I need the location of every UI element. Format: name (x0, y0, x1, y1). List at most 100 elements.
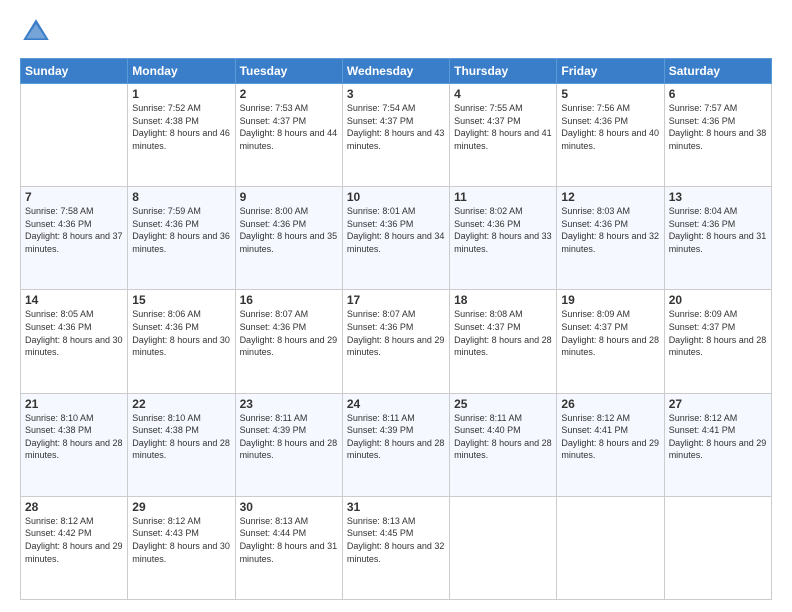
day-number: 18 (454, 293, 552, 307)
day-number: 14 (25, 293, 123, 307)
day-number: 9 (240, 190, 338, 204)
calendar-cell: 29Sunrise: 8:12 AMSunset: 4:43 PMDayligh… (128, 496, 235, 599)
day-number: 12 (561, 190, 659, 204)
col-header-sunday: Sunday (21, 59, 128, 84)
calendar-week-1: 1Sunrise: 7:52 AMSunset: 4:38 PMDaylight… (21, 84, 772, 187)
day-info: Sunrise: 7:53 AMSunset: 4:37 PMDaylight:… (240, 102, 338, 152)
day-info: Sunrise: 8:01 AMSunset: 4:36 PMDaylight:… (347, 205, 445, 255)
calendar-cell: 18Sunrise: 8:08 AMSunset: 4:37 PMDayligh… (450, 290, 557, 393)
calendar-cell: 20Sunrise: 8:09 AMSunset: 4:37 PMDayligh… (664, 290, 771, 393)
calendar-cell: 5Sunrise: 7:56 AMSunset: 4:36 PMDaylight… (557, 84, 664, 187)
day-number: 23 (240, 397, 338, 411)
logo-icon (20, 16, 52, 48)
day-info: Sunrise: 8:12 AMSunset: 4:41 PMDaylight:… (561, 412, 659, 462)
day-number: 27 (669, 397, 767, 411)
calendar-cell: 26Sunrise: 8:12 AMSunset: 4:41 PMDayligh… (557, 393, 664, 496)
day-info: Sunrise: 7:57 AMSunset: 4:36 PMDaylight:… (669, 102, 767, 152)
col-header-saturday: Saturday (664, 59, 771, 84)
header (20, 16, 772, 48)
calendar-cell: 30Sunrise: 8:13 AMSunset: 4:44 PMDayligh… (235, 496, 342, 599)
calendar-cell: 15Sunrise: 8:06 AMSunset: 4:36 PMDayligh… (128, 290, 235, 393)
calendar-table: SundayMondayTuesdayWednesdayThursdayFrid… (20, 58, 772, 600)
day-number: 1 (132, 87, 230, 101)
calendar-cell: 16Sunrise: 8:07 AMSunset: 4:36 PMDayligh… (235, 290, 342, 393)
calendar-cell (664, 496, 771, 599)
day-info: Sunrise: 8:02 AMSunset: 4:36 PMDaylight:… (454, 205, 552, 255)
day-info: Sunrise: 8:13 AMSunset: 4:44 PMDaylight:… (240, 515, 338, 565)
calendar-cell: 6Sunrise: 7:57 AMSunset: 4:36 PMDaylight… (664, 84, 771, 187)
day-info: Sunrise: 8:13 AMSunset: 4:45 PMDaylight:… (347, 515, 445, 565)
day-info: Sunrise: 8:10 AMSunset: 4:38 PMDaylight:… (132, 412, 230, 462)
day-info: Sunrise: 7:52 AMSunset: 4:38 PMDaylight:… (132, 102, 230, 152)
day-info: Sunrise: 8:11 AMSunset: 4:40 PMDaylight:… (454, 412, 552, 462)
day-number: 22 (132, 397, 230, 411)
day-info: Sunrise: 8:07 AMSunset: 4:36 PMDaylight:… (347, 308, 445, 358)
day-number: 28 (25, 500, 123, 514)
day-number: 25 (454, 397, 552, 411)
calendar-cell: 2Sunrise: 7:53 AMSunset: 4:37 PMDaylight… (235, 84, 342, 187)
day-number: 8 (132, 190, 230, 204)
logo (20, 16, 56, 48)
day-info: Sunrise: 7:59 AMSunset: 4:36 PMDaylight:… (132, 205, 230, 255)
calendar-week-3: 14Sunrise: 8:05 AMSunset: 4:36 PMDayligh… (21, 290, 772, 393)
day-number: 3 (347, 87, 445, 101)
col-header-friday: Friday (557, 59, 664, 84)
calendar-cell: 13Sunrise: 8:04 AMSunset: 4:36 PMDayligh… (664, 187, 771, 290)
day-number: 20 (669, 293, 767, 307)
calendar-cell: 11Sunrise: 8:02 AMSunset: 4:36 PMDayligh… (450, 187, 557, 290)
calendar-cell: 7Sunrise: 7:58 AMSunset: 4:36 PMDaylight… (21, 187, 128, 290)
day-info: Sunrise: 8:07 AMSunset: 4:36 PMDaylight:… (240, 308, 338, 358)
day-number: 30 (240, 500, 338, 514)
day-number: 4 (454, 87, 552, 101)
day-info: Sunrise: 7:55 AMSunset: 4:37 PMDaylight:… (454, 102, 552, 152)
day-info: Sunrise: 7:56 AMSunset: 4:36 PMDaylight:… (561, 102, 659, 152)
day-number: 15 (132, 293, 230, 307)
day-info: Sunrise: 8:11 AMSunset: 4:39 PMDaylight:… (347, 412, 445, 462)
calendar-cell: 21Sunrise: 8:10 AMSunset: 4:38 PMDayligh… (21, 393, 128, 496)
col-header-wednesday: Wednesday (342, 59, 449, 84)
day-number: 29 (132, 500, 230, 514)
day-info: Sunrise: 8:12 AMSunset: 4:43 PMDaylight:… (132, 515, 230, 565)
calendar-cell: 31Sunrise: 8:13 AMSunset: 4:45 PMDayligh… (342, 496, 449, 599)
day-number: 26 (561, 397, 659, 411)
calendar-cell: 27Sunrise: 8:12 AMSunset: 4:41 PMDayligh… (664, 393, 771, 496)
calendar-cell: 17Sunrise: 8:07 AMSunset: 4:36 PMDayligh… (342, 290, 449, 393)
day-number: 11 (454, 190, 552, 204)
calendar-week-5: 28Sunrise: 8:12 AMSunset: 4:42 PMDayligh… (21, 496, 772, 599)
calendar-cell: 1Sunrise: 7:52 AMSunset: 4:38 PMDaylight… (128, 84, 235, 187)
page: SundayMondayTuesdayWednesdayThursdayFrid… (0, 0, 792, 612)
day-info: Sunrise: 7:58 AMSunset: 4:36 PMDaylight:… (25, 205, 123, 255)
calendar-cell: 25Sunrise: 8:11 AMSunset: 4:40 PMDayligh… (450, 393, 557, 496)
calendar-cell: 8Sunrise: 7:59 AMSunset: 4:36 PMDaylight… (128, 187, 235, 290)
day-number: 2 (240, 87, 338, 101)
calendar-cell: 22Sunrise: 8:10 AMSunset: 4:38 PMDayligh… (128, 393, 235, 496)
day-info: Sunrise: 8:03 AMSunset: 4:36 PMDaylight:… (561, 205, 659, 255)
calendar-cell: 24Sunrise: 8:11 AMSunset: 4:39 PMDayligh… (342, 393, 449, 496)
day-info: Sunrise: 8:12 AMSunset: 4:42 PMDaylight:… (25, 515, 123, 565)
calendar-cell: 14Sunrise: 8:05 AMSunset: 4:36 PMDayligh… (21, 290, 128, 393)
day-number: 19 (561, 293, 659, 307)
calendar-cell: 19Sunrise: 8:09 AMSunset: 4:37 PMDayligh… (557, 290, 664, 393)
calendar-cell: 28Sunrise: 8:12 AMSunset: 4:42 PMDayligh… (21, 496, 128, 599)
day-number: 7 (25, 190, 123, 204)
day-info: Sunrise: 8:12 AMSunset: 4:41 PMDaylight:… (669, 412, 767, 462)
day-number: 6 (669, 87, 767, 101)
calendar-cell (450, 496, 557, 599)
day-number: 24 (347, 397, 445, 411)
day-number: 5 (561, 87, 659, 101)
calendar-cell: 12Sunrise: 8:03 AMSunset: 4:36 PMDayligh… (557, 187, 664, 290)
calendar-week-4: 21Sunrise: 8:10 AMSunset: 4:38 PMDayligh… (21, 393, 772, 496)
calendar-header-row: SundayMondayTuesdayWednesdayThursdayFrid… (21, 59, 772, 84)
day-info: Sunrise: 8:10 AMSunset: 4:38 PMDaylight:… (25, 412, 123, 462)
day-number: 16 (240, 293, 338, 307)
calendar-cell (21, 84, 128, 187)
day-info: Sunrise: 8:05 AMSunset: 4:36 PMDaylight:… (25, 308, 123, 358)
day-number: 17 (347, 293, 445, 307)
day-number: 13 (669, 190, 767, 204)
calendar-cell: 10Sunrise: 8:01 AMSunset: 4:36 PMDayligh… (342, 187, 449, 290)
calendar-cell: 23Sunrise: 8:11 AMSunset: 4:39 PMDayligh… (235, 393, 342, 496)
day-number: 31 (347, 500, 445, 514)
day-number: 10 (347, 190, 445, 204)
day-info: Sunrise: 8:11 AMSunset: 4:39 PMDaylight:… (240, 412, 338, 462)
day-info: Sunrise: 8:08 AMSunset: 4:37 PMDaylight:… (454, 308, 552, 358)
